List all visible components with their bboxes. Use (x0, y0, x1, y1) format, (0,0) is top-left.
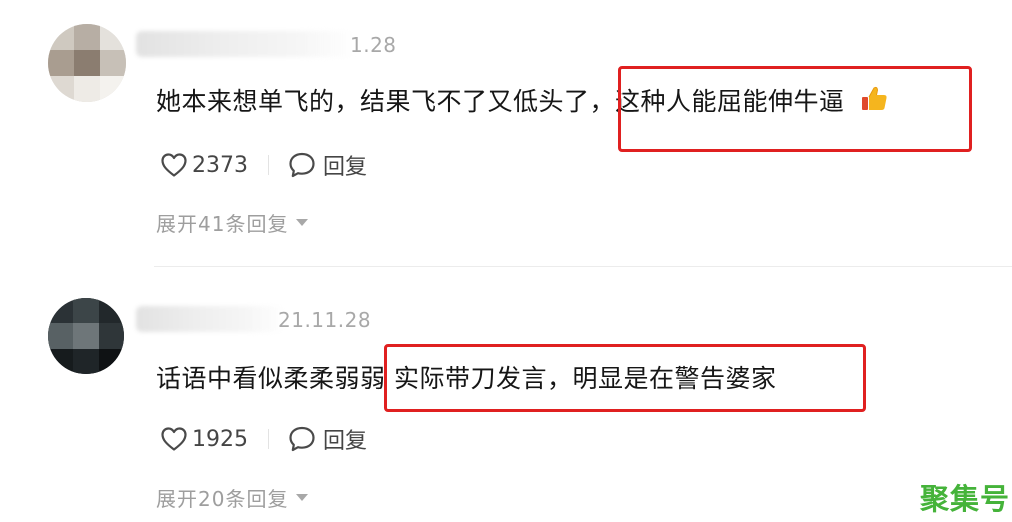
like-count: 1925 (192, 426, 248, 452)
comment-actions: 2373 回复 (160, 150, 367, 180)
divider (268, 155, 269, 175)
reply-label: 回复 (323, 155, 368, 180)
expand-replies-button[interactable]: 展开20条回复 (156, 483, 309, 512)
like-button[interactable]: 2373 (160, 152, 248, 178)
speech-bubble-icon (287, 151, 317, 179)
comment-page: 1.28 她本来想单飞的，结果飞不了又低头了，这种人能屈能伸牛逼 2373 回复… (0, 0, 1012, 522)
caret-down-icon (296, 219, 309, 226)
watermark-logo: 聚集号 (919, 482, 1010, 516)
caret-down-icon (296, 494, 309, 501)
expand-replies-button[interactable]: 展开41条回复 (156, 208, 309, 237)
reply-label: 回复 (323, 429, 368, 454)
heart-icon (160, 426, 188, 452)
divider (268, 429, 269, 449)
highlight-box (384, 344, 866, 412)
comment-text-main: 话语中看似柔柔弱弱 (156, 364, 386, 393)
reply-button[interactable]: 回复 (287, 423, 367, 455)
username-blurred[interactable] (136, 31, 356, 57)
username-blurred[interactable] (136, 306, 286, 332)
comment-divider (154, 266, 1012, 267)
comment-date: 1.28 (350, 33, 397, 57)
comment-text-main: 她本来想单飞的，结果飞不了又低头了 (156, 87, 590, 116)
like-button[interactable]: 1925 (160, 426, 248, 452)
comment-actions: 1925 回复 (160, 424, 367, 454)
avatar[interactable] (48, 298, 124, 374)
heart-icon (160, 152, 188, 178)
expand-replies-label: 展开41条回复 (156, 212, 289, 236)
like-count: 2373 (192, 152, 248, 178)
avatar[interactable] (48, 24, 126, 102)
speech-bubble-icon (287, 425, 317, 453)
reply-button[interactable]: 回复 (287, 149, 367, 181)
comment-date: 21.11.28 (278, 308, 372, 332)
expand-replies-label: 展开20条回复 (156, 487, 289, 511)
highlight-box (618, 66, 972, 152)
